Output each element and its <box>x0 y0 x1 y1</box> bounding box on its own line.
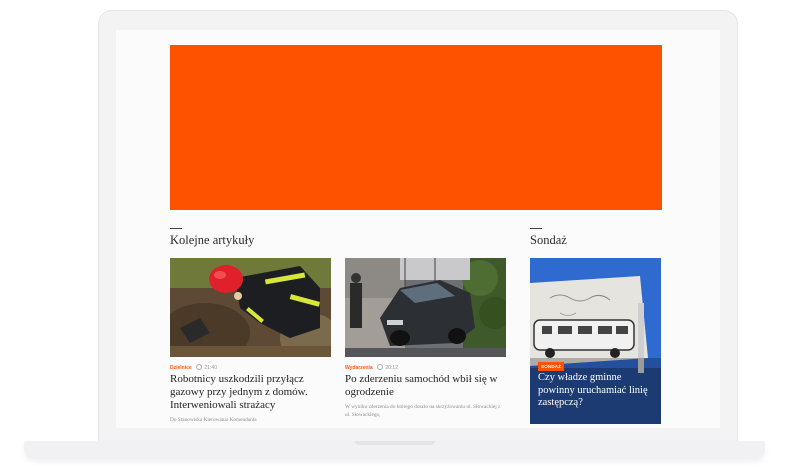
article-headline[interactable]: Po zderzeniu samochód wbił się w ogrodze… <box>345 373 510 399</box>
section-dash <box>530 228 542 229</box>
car-crash-photo <box>345 258 506 357</box>
article-time: 21:40 <box>204 365 217 371</box>
article-time: 20:12 <box>385 365 398 371</box>
article-image-firefighter[interactable] <box>170 258 331 357</box>
laptop-screen: Kolejne artykuły Sondaż Dzielnice 21:40 … <box>116 30 720 428</box>
article-category[interactable]: Dzielnice <box>170 365 192 371</box>
clock-icon <box>377 364 384 370</box>
poll-card[interactable]: SONDAŻ Czy władze gminne powinny urucham… <box>530 258 661 424</box>
section-dash <box>170 228 182 229</box>
article-image-car-crash[interactable] <box>345 258 506 357</box>
poll-badge: SONDAŻ <box>538 362 565 371</box>
ad-banner[interactable] <box>170 45 662 210</box>
article-headline[interactable]: Robotnicy uszkodzili przyłącz gazowy prz… <box>170 373 330 412</box>
poll-question[interactable]: Czy władze gminne powinny uruchamiać lin… <box>538 372 656 410</box>
article-excerpt: W wyniku zderzenia do którego doszło na … <box>345 404 501 418</box>
section-title-poll: Sondaż <box>530 233 567 247</box>
laptop-notch <box>355 441 435 445</box>
section-title-articles: Kolejne artykuły <box>170 233 255 247</box>
firefighter-photo <box>170 258 331 357</box>
article-meta: Dzielnice 21:40 <box>170 364 217 371</box>
clock-icon <box>196 364 203 370</box>
article-category[interactable]: Wydarzenia <box>345 365 373 371</box>
article-meta: Wydarzenia 20:12 <box>345 364 398 371</box>
article-excerpt: Do Stanowiska Kierowania Komendanta <box>170 417 257 423</box>
